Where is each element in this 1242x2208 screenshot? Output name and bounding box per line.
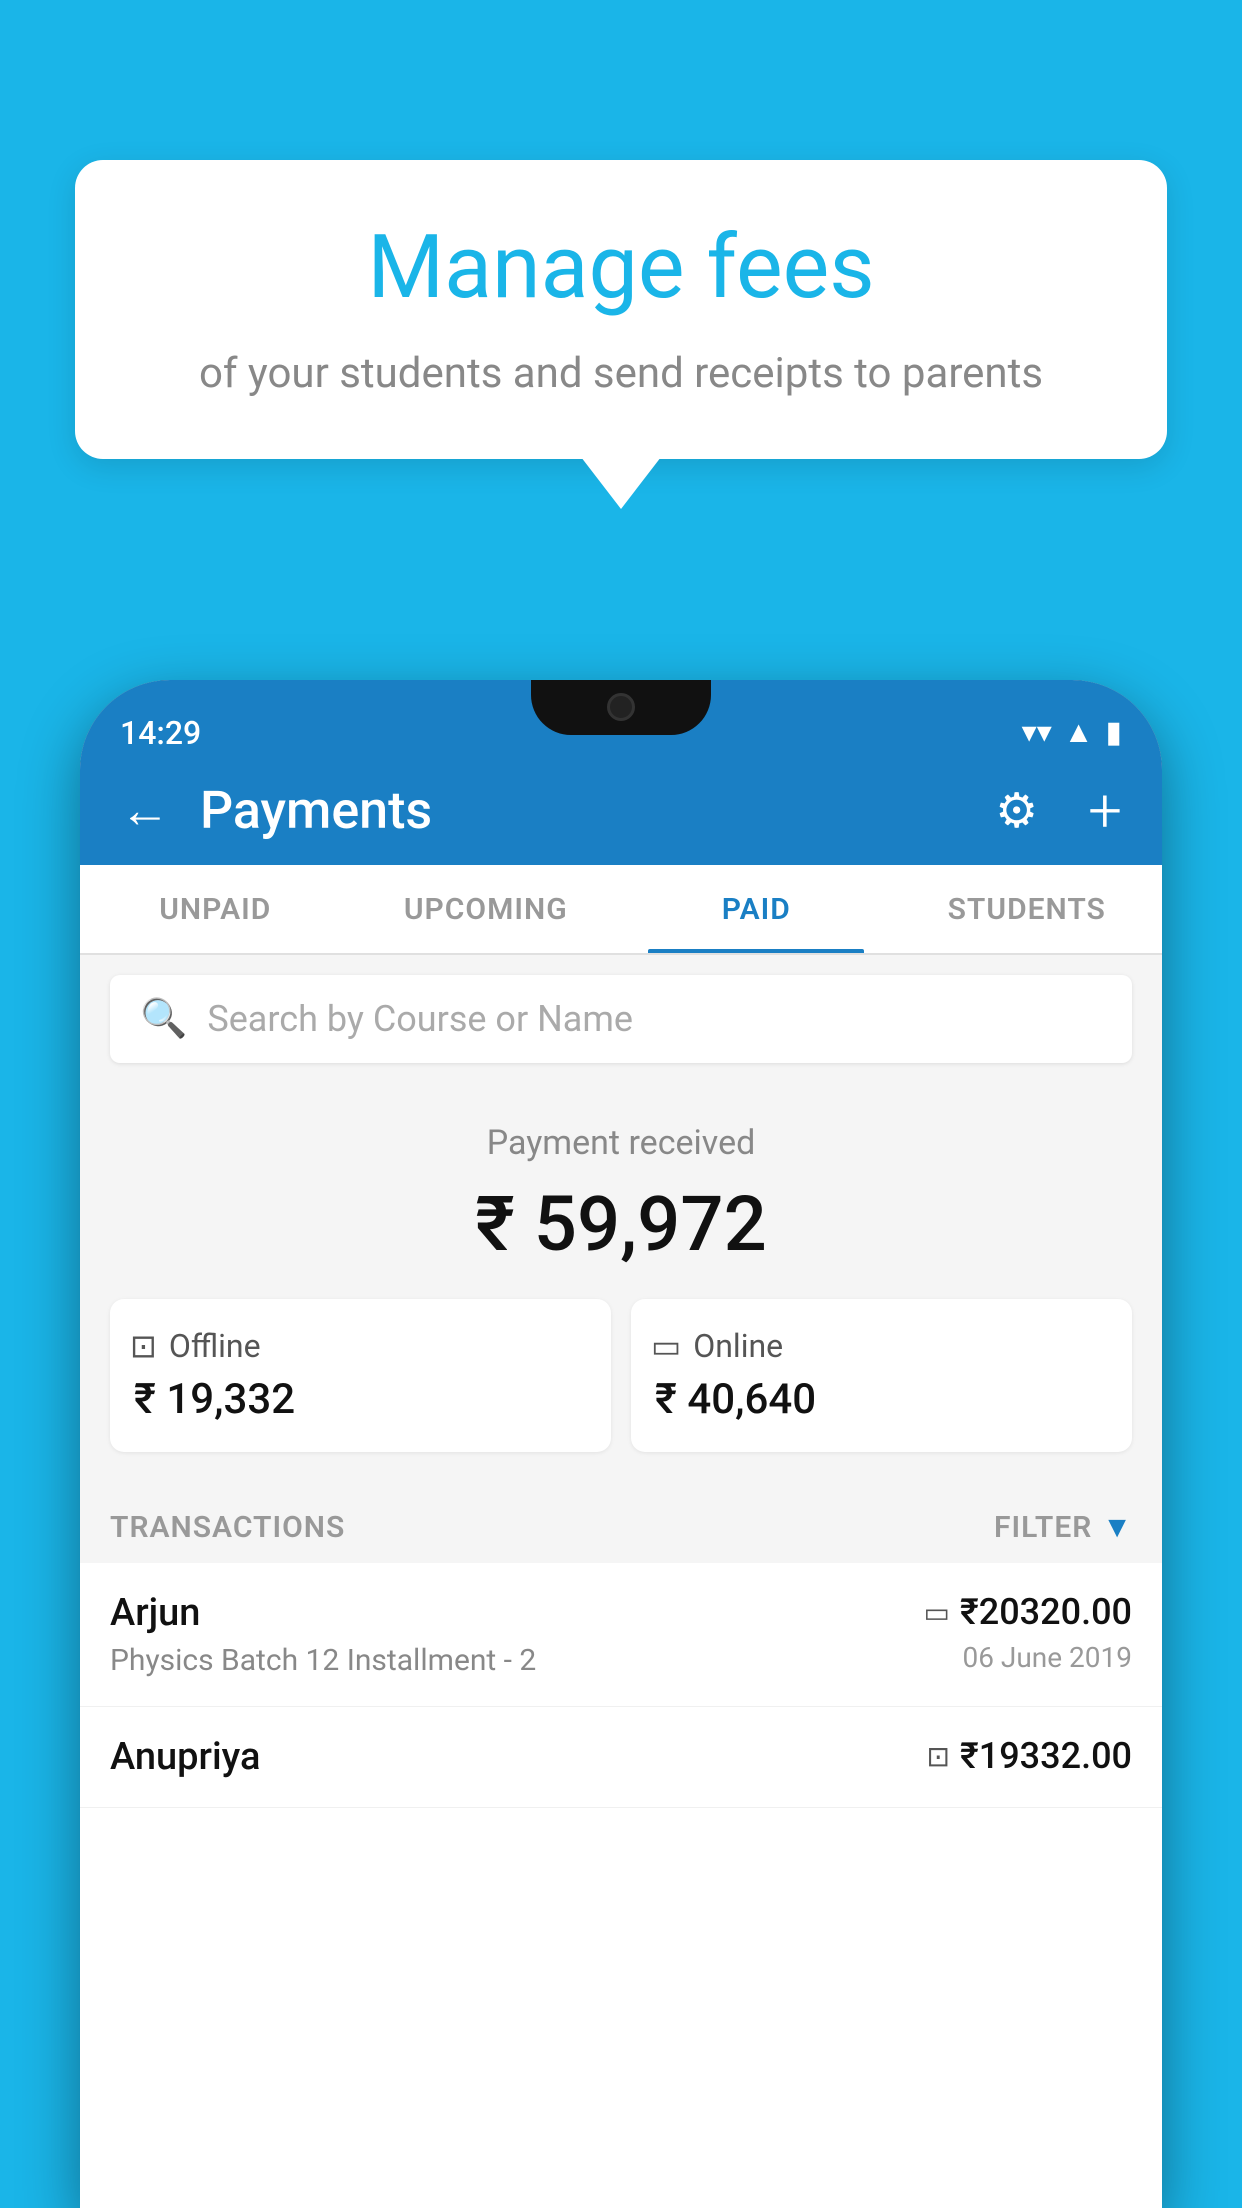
phone-screen: 14:29 ▾▾ ▲ ▮ ← Payments ⚙ + UNPAID [80, 680, 1162, 2208]
table-row[interactable]: Anupriya ⊡ ₹19332.00 [80, 1707, 1162, 1808]
txn-date: 06 June 2019 [962, 1641, 1132, 1674]
bubble-title: Manage fees [125, 220, 1117, 317]
table-row[interactable]: Arjun Physics Batch 12 Installment - 2 ▭… [80, 1563, 1162, 1707]
online-label: Online [693, 1327, 783, 1365]
signal-icon: ▲ [1064, 715, 1094, 750]
header-title: Payments [200, 780, 965, 841]
status-icons: ▾▾ ▲ ▮ [1022, 715, 1122, 750]
tab-paid[interactable]: PAID [621, 865, 892, 953]
txn-amount: ₹20320.00 [960, 1591, 1132, 1633]
offline-label: Offline [169, 1327, 261, 1365]
app-header: ← Payments ⚙ + [80, 755, 1162, 865]
bubble-subtitle: of your students and send receipts to pa… [125, 345, 1117, 404]
online-icon: ▭ [651, 1327, 681, 1365]
settings-icon[interactable]: ⚙ [995, 782, 1038, 839]
payment-received-label: Payment received [110, 1123, 1132, 1163]
card-payment-icon: ▭ [924, 1596, 950, 1629]
txn-right-anupriya: ⊡ ₹19332.00 [927, 1735, 1133, 1777]
tab-unpaid[interactable]: UNPAID [80, 865, 351, 953]
offline-card: ⊡ Offline ₹ 19,332 [110, 1299, 611, 1452]
search-icon: 🔍 [140, 997, 187, 1041]
phone-device: 14:29 ▾▾ ▲ ▮ ← Payments ⚙ + UNPAID [80, 680, 1162, 2208]
txn-name: Anupriya [110, 1735, 260, 1779]
search-placeholder: Search by Course or Name [207, 998, 633, 1040]
tab-upcoming[interactable]: UPCOMING [351, 865, 622, 953]
camera [607, 693, 635, 721]
add-button[interactable]: + [1088, 775, 1122, 846]
filter-icon: ▼ [1102, 1510, 1132, 1545]
transactions-label: TRANSACTIONS [110, 1510, 345, 1545]
txn-amount: ₹19332.00 [960, 1735, 1132, 1777]
filter-button[interactable]: FILTER ▼ [994, 1510, 1132, 1545]
battery-icon: ▮ [1105, 715, 1122, 750]
txn-left-anupriya: Anupriya [110, 1735, 260, 1779]
phone-notch [531, 680, 711, 735]
offline-amount: ₹ 19,332 [130, 1375, 295, 1424]
speech-bubble: Manage fees of your students and send re… [75, 160, 1167, 459]
offline-payment-icon: ⊡ [927, 1740, 950, 1773]
filter-label: FILTER [994, 1510, 1092, 1545]
online-amount: ₹ 40,640 [651, 1375, 816, 1424]
txn-right-arjun: ▭ ₹20320.00 06 June 2019 [924, 1591, 1133, 1674]
payment-total-amount: ₹ 59,972 [110, 1179, 1132, 1269]
tabs-bar: UNPAID UPCOMING PAID STUDENTS [80, 865, 1162, 955]
online-card: ▭ Online ₹ 40,640 [631, 1299, 1132, 1452]
txn-course: Physics Batch 12 Installment - 2 [110, 1643, 536, 1678]
txn-name: Arjun [110, 1591, 536, 1635]
search-container: 🔍 Search by Course or Name [80, 955, 1162, 1083]
phone-wrapper: 14:29 ▾▾ ▲ ▮ ← Payments ⚙ + UNPAID [80, 680, 1162, 2208]
wifi-icon: ▾▾ [1022, 715, 1052, 750]
payment-summary: Payment received ₹ 59,972 ⊡ Offline ₹ 19… [80, 1083, 1162, 1482]
tab-students[interactable]: STUDENTS [892, 865, 1163, 953]
back-button[interactable]: ← [120, 781, 170, 840]
payment-cards: ⊡ Offline ₹ 19,332 ▭ Online ₹ 40,640 [110, 1299, 1132, 1452]
status-time: 14:29 [120, 714, 201, 752]
txn-left-arjun: Arjun Physics Batch 12 Installment - 2 [110, 1591, 536, 1678]
transactions-header: TRANSACTIONS FILTER ▼ [80, 1482, 1162, 1563]
transactions-list: Arjun Physics Batch 12 Installment - 2 ▭… [80, 1563, 1162, 1808]
search-box[interactable]: 🔍 Search by Course or Name [110, 975, 1132, 1063]
offline-icon: ⊡ [130, 1327, 157, 1365]
